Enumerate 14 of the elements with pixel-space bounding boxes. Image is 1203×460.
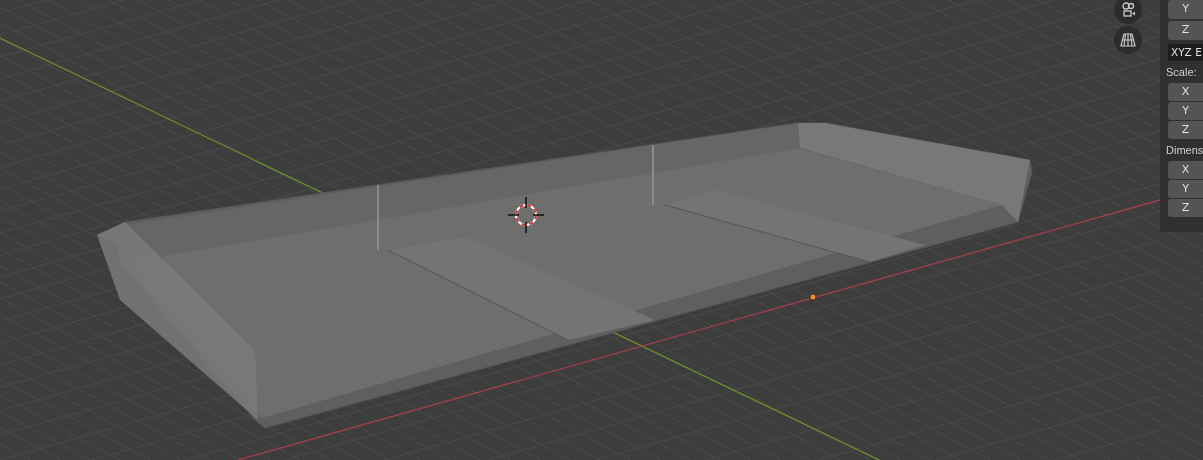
axis-field[interactable]: X xyxy=(1168,161,1203,179)
axis-field[interactable]: Y xyxy=(1168,102,1203,120)
axis-field[interactable]: Y xyxy=(1168,0,1203,19)
rotation-mode-dropdown[interactable]: XYZ E xyxy=(1168,44,1203,61)
3d-cursor-icon xyxy=(507,196,545,234)
section-label: Dimens xyxy=(1166,143,1203,158)
origin-dot xyxy=(809,293,817,301)
axis-field[interactable]: X xyxy=(1168,83,1203,101)
camera-icon[interactable] xyxy=(1114,0,1142,24)
axis-field[interactable]: Y xyxy=(1168,180,1203,198)
axis-field[interactable]: Z xyxy=(1168,121,1203,139)
section-label: Scale: xyxy=(1166,65,1198,80)
axis-field[interactable]: Z xyxy=(1168,199,1203,217)
axis-field[interactable]: Z xyxy=(1168,21,1203,40)
